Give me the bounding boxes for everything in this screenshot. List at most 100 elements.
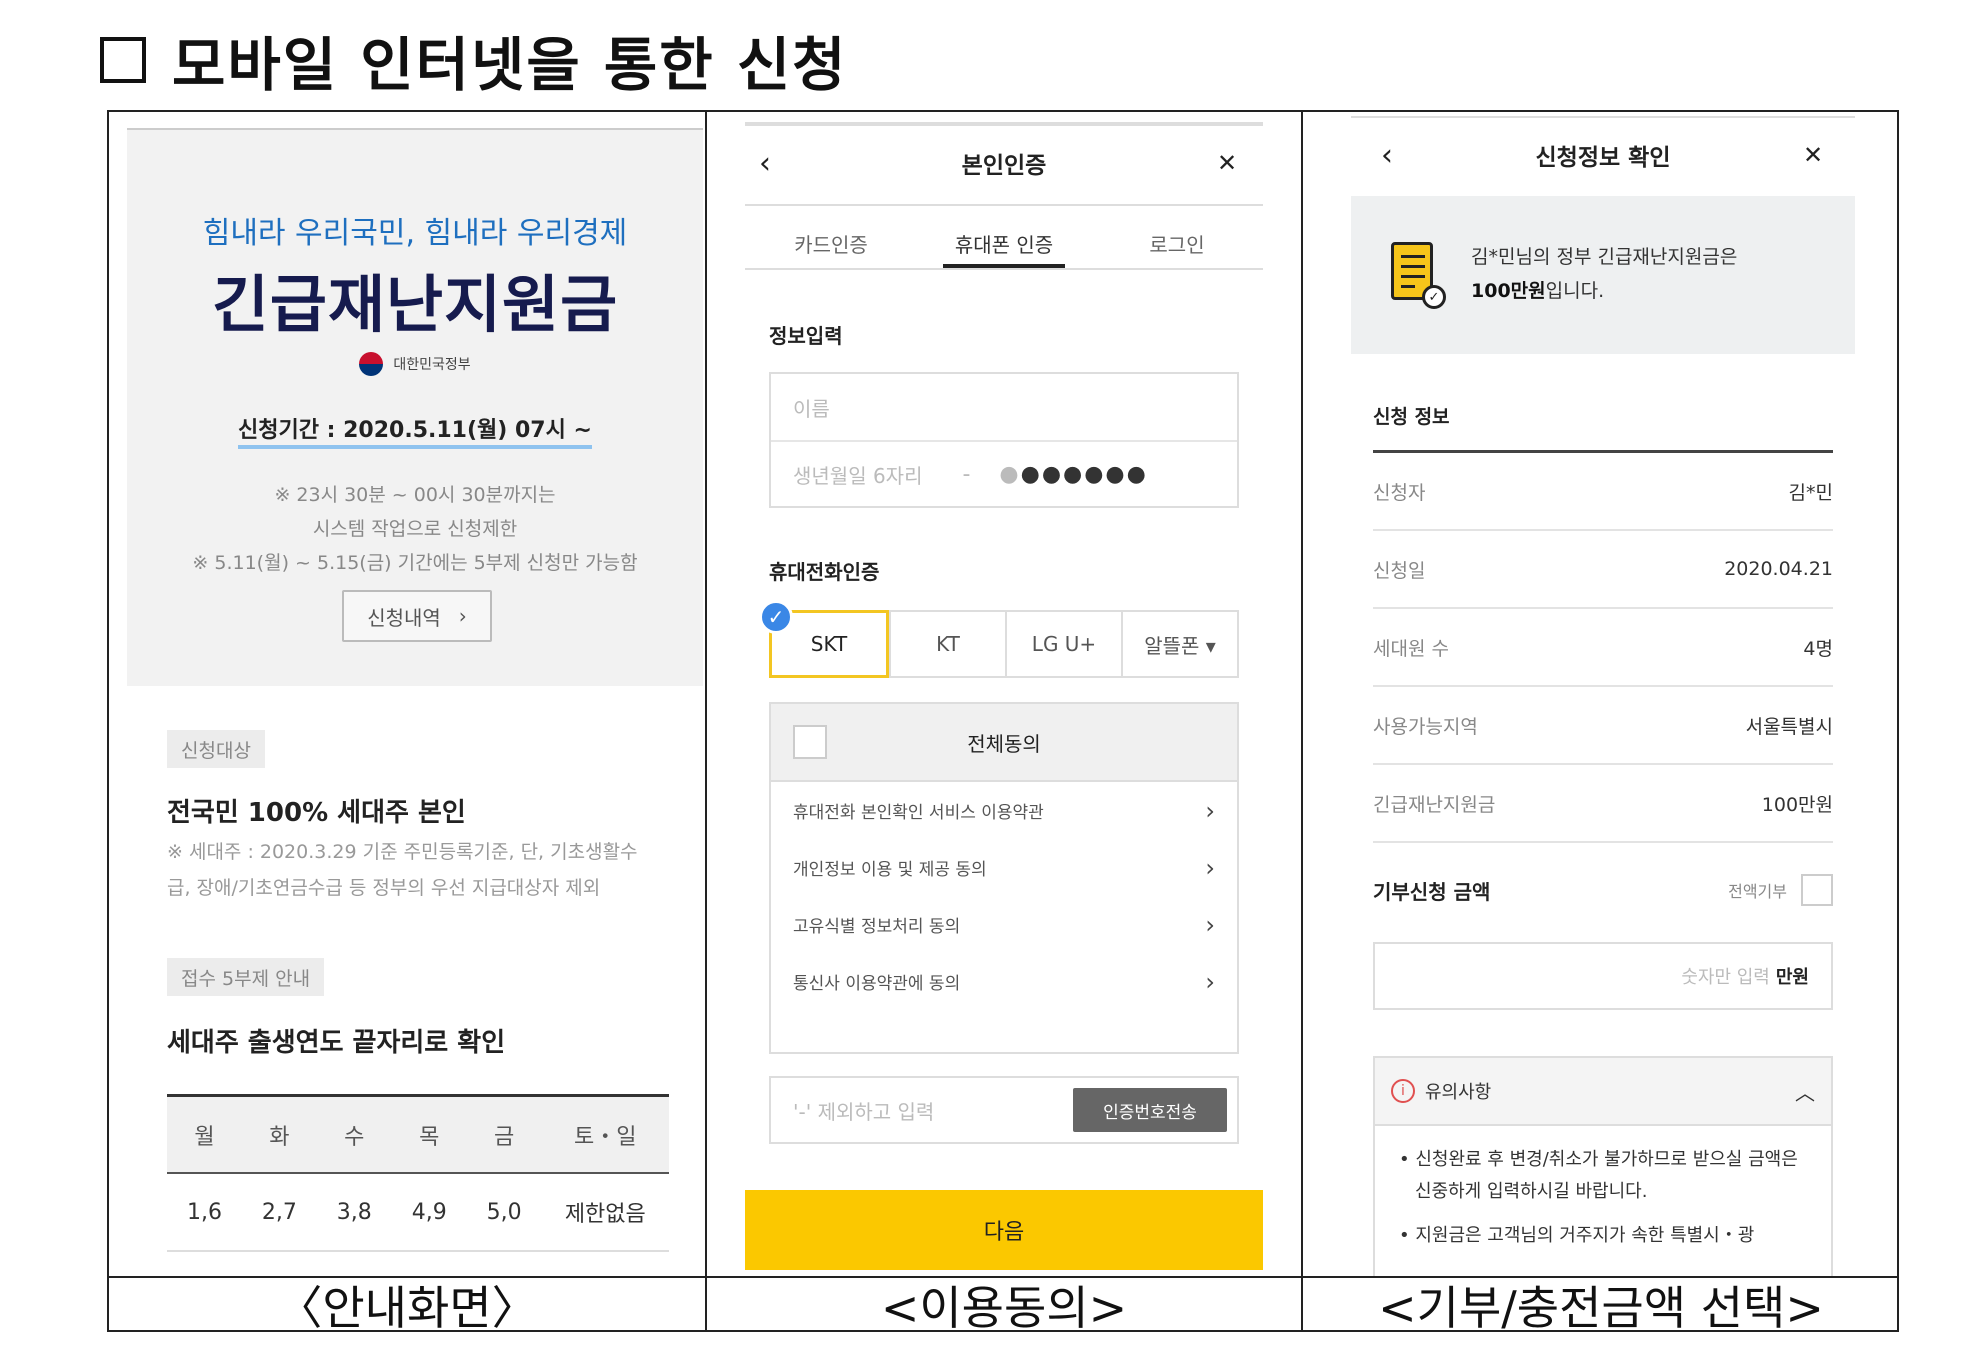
notice-header[interactable]: i 유의사항 ︿ (1375, 1058, 1831, 1126)
target-tag: 신청대상 (167, 730, 265, 768)
consent-screen: ‹ 본인인증 ✕ 카드인증 휴대폰 인증 로그인 정보입력 이름 생년월일 6자… (707, 112, 1301, 1276)
guide-screen: 힘내라 우리국민, 힘내라 우리경제 긴급재난지원금 대한민국정부 신청기간 :… (109, 112, 705, 1276)
document-title: 모바일 인터넷을 통한 신청 (100, 20, 848, 100)
info-row: 긴급재난지원금 100만원 (1373, 765, 1833, 843)
carrier-lgu[interactable]: LG U+ (1005, 612, 1121, 676)
hero-banner: 힘내라 우리국민, 힘내라 우리경제 긴급재난지원금 대한민국정부 신청기간 :… (127, 130, 703, 686)
program-title: 긴급재난지원금 (211, 268, 619, 341)
digit-cell: 5,0 (486, 1199, 522, 1225)
chevron-right-icon: › (1205, 910, 1215, 939)
tab-login[interactable]: 로그인 (1091, 222, 1263, 264)
carrier-kt[interactable]: KT (889, 612, 1005, 676)
day-header: 월 (194, 1124, 215, 1150)
info-row: 사용가능지역 서울특별시 (1373, 687, 1833, 765)
amount-unit: 만원 (1775, 967, 1809, 988)
notice-body: • 신청완료 후 변경/취소가 불가하므로 받으실 금액은 신중하게 입력하시길… (1375, 1126, 1831, 1252)
birthdate-field[interactable]: 생년월일 6자리 - ●●●●●●● (771, 440, 1237, 506)
close-icon[interactable]: ✕ (1793, 130, 1833, 180)
phone-number-input[interactable]: '-' 제외하고 입력 인증번호전송 (769, 1076, 1239, 1144)
agreement-item[interactable]: 휴대전화 본인확인 서비스 이용약관 › (771, 782, 1237, 839)
chevron-right-icon: › (458, 604, 467, 628)
agreement-item[interactable]: 고유식별 정보처리 동의 › (771, 896, 1237, 953)
tab-card-auth[interactable]: 카드인증 (745, 222, 917, 264)
screen-title: 본인인증 (961, 153, 1047, 179)
back-icon[interactable]: ‹ (745, 138, 785, 188)
notice-item: • 지원금은 고객님의 거주지가 속한 특별시・광 (1399, 1225, 1755, 1246)
history-button[interactable]: 신청내역 › (342, 590, 492, 642)
top-divider (1351, 116, 1855, 118)
slogan: 힘내라 우리국민, 힘내라 우리경제 (202, 216, 628, 251)
rotation-table-row: 1,6 2,7 3,8 4,9 5,0 제한없음 (167, 1174, 669, 1252)
agreement-box: 전체동의 휴대전화 본인확인 서비스 이용약관 › 개인정보 이용 및 제공 동의… (769, 702, 1239, 1054)
close-icon[interactable]: ✕ (1207, 138, 1247, 188)
donate-all-checkbox[interactable] (1801, 874, 1833, 906)
target-note: ※ 세대주 : 2020.3.29 기준 주민등록기준, 단, 기초생활수 급,… (167, 841, 638, 899)
chevron-right-icon: › (1205, 853, 1215, 882)
donation-screen: ‹ 신청정보 확인 ✕ ✓ 김*민님의 정부 긴급재난지원금은 100만원입니다… (1303, 112, 1899, 1276)
tab-phone-auth[interactable]: 휴대폰 인증 (943, 222, 1065, 268)
info-row: 신청자 김*민 (1373, 453, 1833, 531)
day-header: 금 (494, 1124, 515, 1150)
carrier-mvno-dropdown[interactable]: 알뜰폰 ▾ (1121, 612, 1237, 676)
rotation-tag: 접수 5부제 안내 (167, 958, 325, 996)
info-input-label: 정보입력 (769, 324, 843, 348)
caption-consent: <이용동의> (880, 1281, 1128, 1335)
taegeuk-emblem-icon (359, 352, 384, 376)
donate-all-toggle[interactable]: 전액기부 (1728, 874, 1833, 906)
screen-title: 신청정보 확인 (1535, 145, 1671, 171)
chevron-up-icon[interactable]: ︿ (1795, 1077, 1815, 1106)
divider (745, 268, 1263, 270)
divider (745, 204, 1263, 206)
agree-all-checkbox[interactable] (793, 725, 827, 759)
agreement-item[interactable]: 통신사 이용약관에 동의 › (771, 953, 1237, 1010)
digit-cell: 1,6 (186, 1199, 222, 1225)
target-heading: 전국민 100% 세대주 본인 (167, 798, 466, 828)
rotation-table: 월 화 수 목 금 토・일 1,6 2,7 3,8 4,9 5,0 제한없음 (167, 1094, 669, 1252)
notice-line: 시스템 작업으로 신청제한 (312, 518, 518, 540)
day-header: 화 (269, 1124, 290, 1150)
back-icon[interactable]: ‹ (1367, 130, 1407, 180)
caption-guide: 〈안내화면〉 (276, 1281, 538, 1335)
chevron-right-icon: › (1205, 796, 1215, 825)
digit-cell: 4,9 (411, 1199, 447, 1225)
government-logo: 대한민국정부 (127, 352, 703, 376)
phone-auth-label: 휴대전화인증 (769, 560, 880, 584)
notice-line: ※ 23시 30분 ~ 00시 30분까지는 (274, 484, 556, 506)
send-code-button[interactable]: 인증번호전송 (1073, 1088, 1227, 1132)
document-check-icon: ✓ (1391, 242, 1446, 309)
donation-amount-input[interactable]: 숫자만 입력 만원 (1373, 942, 1833, 1010)
notice-item: • 신청완료 후 변경/취소가 불가하므로 받으실 금액은 신중하게 입력하시길… (1399, 1149, 1798, 1202)
document-title-text: 모바일 인터넷을 통한 신청 (172, 31, 848, 99)
agree-all-row[interactable]: 전체동의 (771, 704, 1237, 782)
digit-cell: 2,7 (261, 1199, 297, 1225)
masked-id-number: - ●●●●●●● (962, 461, 1148, 487)
application-info-title: 신청 정보 (1373, 406, 1450, 428)
day-header: 수 (344, 1124, 365, 1150)
rotation-heading: 세대주 출생연도 끝자리로 확인 (167, 1028, 506, 1058)
government-label: 대한민국정부 (393, 357, 471, 373)
carrier-selector: SKT KT LG U+ 알뜰폰 ▾ (769, 610, 1239, 678)
next-button[interactable]: 다음 (745, 1190, 1263, 1270)
notice-line: ※ 5.11(월) ~ 5.15(금) 기간에는 5부제 신청만 가능함 (192, 552, 638, 574)
top-divider (745, 122, 1263, 126)
info-row: 신청일 2020.04.21 (1373, 531, 1833, 609)
rotation-table-header: 월 화 수 목 금 토・일 (167, 1094, 669, 1174)
support-amount-banner: ✓ 김*민님의 정부 긴급재난지원금은 100만원입니다. (1351, 196, 1855, 354)
name-field[interactable]: 이름 (771, 374, 1237, 440)
notice-accordion: i 유의사항 ︿ • 신청완료 후 변경/취소가 불가하므로 받으실 금액은 신… (1373, 1056, 1833, 1276)
caption-donation: <기부/충전금액 선택> (1378, 1281, 1824, 1335)
agreement-item[interactable]: 개인정보 이용 및 제공 동의 › (771, 839, 1237, 896)
digit-cell: 3,8 (336, 1199, 372, 1225)
checkbox-square-icon (100, 37, 146, 83)
screenshots-frame: 힘내라 우리국민, 힘내라 우리경제 긴급재난지원금 대한민국정부 신청기간 :… (107, 110, 1899, 1335)
application-period: 신청기간 : 2020.5.11(월) 07시 ~ (127, 412, 703, 449)
application-info-table: 신청자 김*민 신청일 2020.04.21 세대원 수 4명 사용가능지역 서울특별시… (1373, 450, 1833, 843)
digit-cell: 제한없음 (564, 1202, 646, 1227)
history-button-label: 신청내역 (367, 605, 441, 630)
identity-input-group: 이름 생년월일 6자리 - ●●●●●●● (769, 372, 1239, 508)
day-header: 토・일 (574, 1124, 637, 1150)
info-row: 세대원 수 4명 (1373, 609, 1833, 687)
banner-message: 김*민님의 정부 긴급재난지원금은 100만원입니다. (1471, 246, 1738, 302)
checkmark-icon: ✓ (759, 600, 793, 634)
info-icon: i (1391, 1079, 1415, 1103)
